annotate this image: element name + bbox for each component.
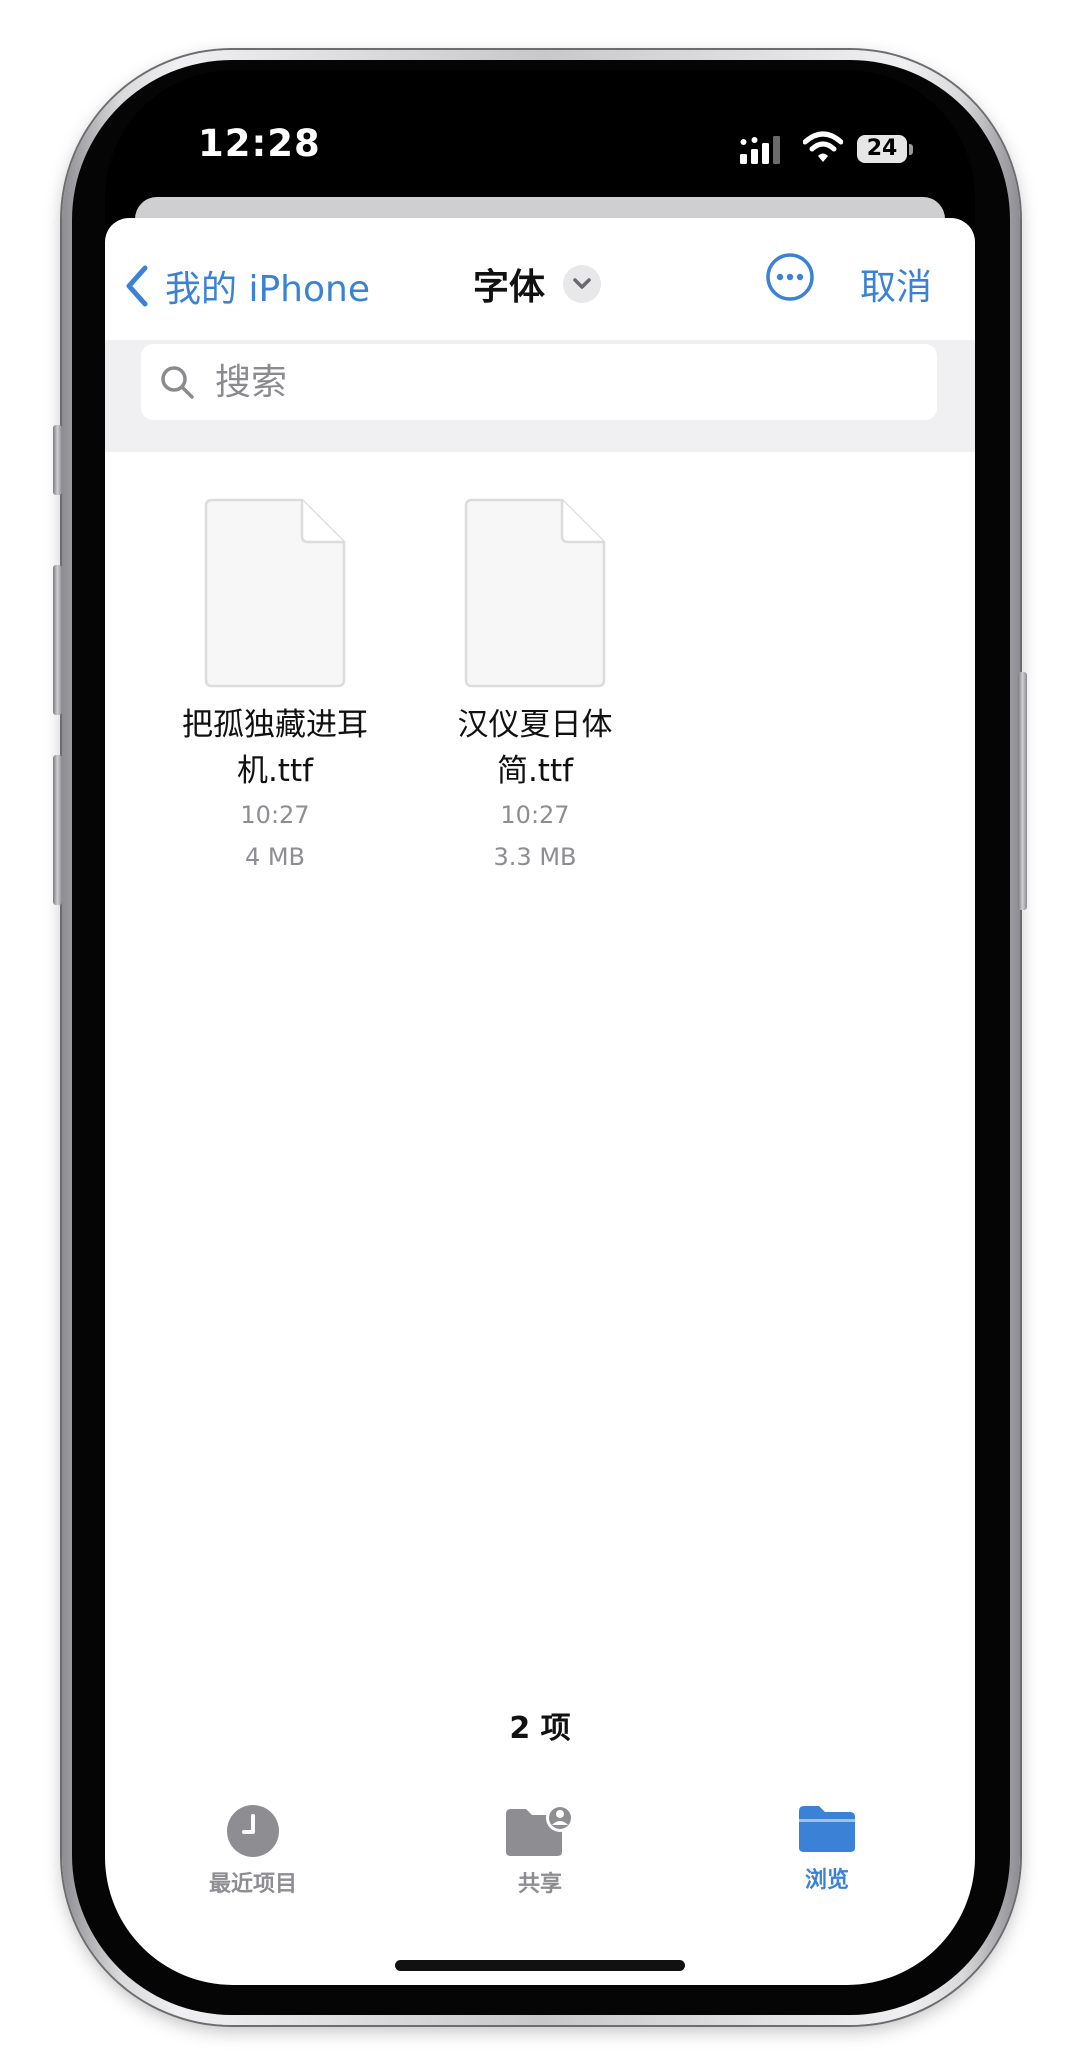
power-button [1018,672,1027,910]
file-name-line: 机.ttf [236,753,314,789]
tab-recents[interactable]: 最近项目 [153,1804,353,1898]
file-modified-time: 10:27 [240,801,310,829]
search-bar-area [105,340,975,452]
volume-up-button [53,565,62,715]
volume-down-button [53,755,62,905]
search-input[interactable] [213,360,817,404]
file-item[interactable]: 汉仪夏日体 简.ttf 10:27 3.3 MB [425,498,645,878]
search-field[interactable] [141,344,937,420]
home-indicator[interactable] [395,1960,685,1971]
back-button-label: 我的 iPhone [165,269,370,310]
tab-label: 浏览 [804,1868,849,1893]
tab-label: 最近项目 [208,1872,297,1897]
tab-browse[interactable]: 浏览 [727,1804,927,1894]
chevron-left-icon [126,265,148,307]
file-browser-sheet: 我的 iPhone 字体 取消 搜索 把孤独藏进耳 机.ttf 10:27 4 … [105,218,975,1985]
cellular-signal-icon [740,136,780,164]
screen: 12:28 24 我的 iPhone 字体 取消 搜索 把孤独藏进耳 机.ttf… [105,70,975,1985]
file-item[interactable]: 把孤独藏进耳 机.ttf 10:27 4 MB [165,498,385,878]
chevron-down-icon [563,265,602,303]
item-count: 2 项 [509,1711,571,1746]
dynamic-island [433,110,655,188]
tab-shared[interactable]: 共享 [440,1804,640,1898]
file-name: 把孤独藏进耳 机.ttf [165,702,385,794]
search-icon [161,366,194,399]
back-button[interactable]: 我的 iPhone [123,260,370,312]
battery-tip [909,144,913,155]
action-button [53,425,62,495]
folder-icon [799,1806,855,1852]
wifi-icon [803,131,843,162]
document-icon [204,498,346,688]
folder-title-menu[interactable]: 字体 [473,258,602,310]
file-modified-time: 10:27 [500,801,570,829]
status-time: 12:28 [198,122,321,165]
file-name-line: 汉仪夏日体 [457,707,613,743]
tab-label: 共享 [517,1872,562,1897]
file-name-line: 把孤独藏进耳 [182,707,368,743]
battery-indicator: 24 [857,135,907,163]
clock-icon [227,1805,279,1857]
shared-folder-icon [506,1804,574,1856]
file-size: 4 MB [244,843,306,871]
file-size: 3.3 MB [493,843,577,871]
file-name: 汉仪夏日体 简.ttf [425,702,645,794]
more-options-icon[interactable] [765,252,815,302]
page-title: 字体 [473,267,546,308]
file-name-line: 简.ttf [496,753,574,789]
cancel-button[interactable]: 取消 [860,258,932,310]
document-icon [464,498,606,688]
